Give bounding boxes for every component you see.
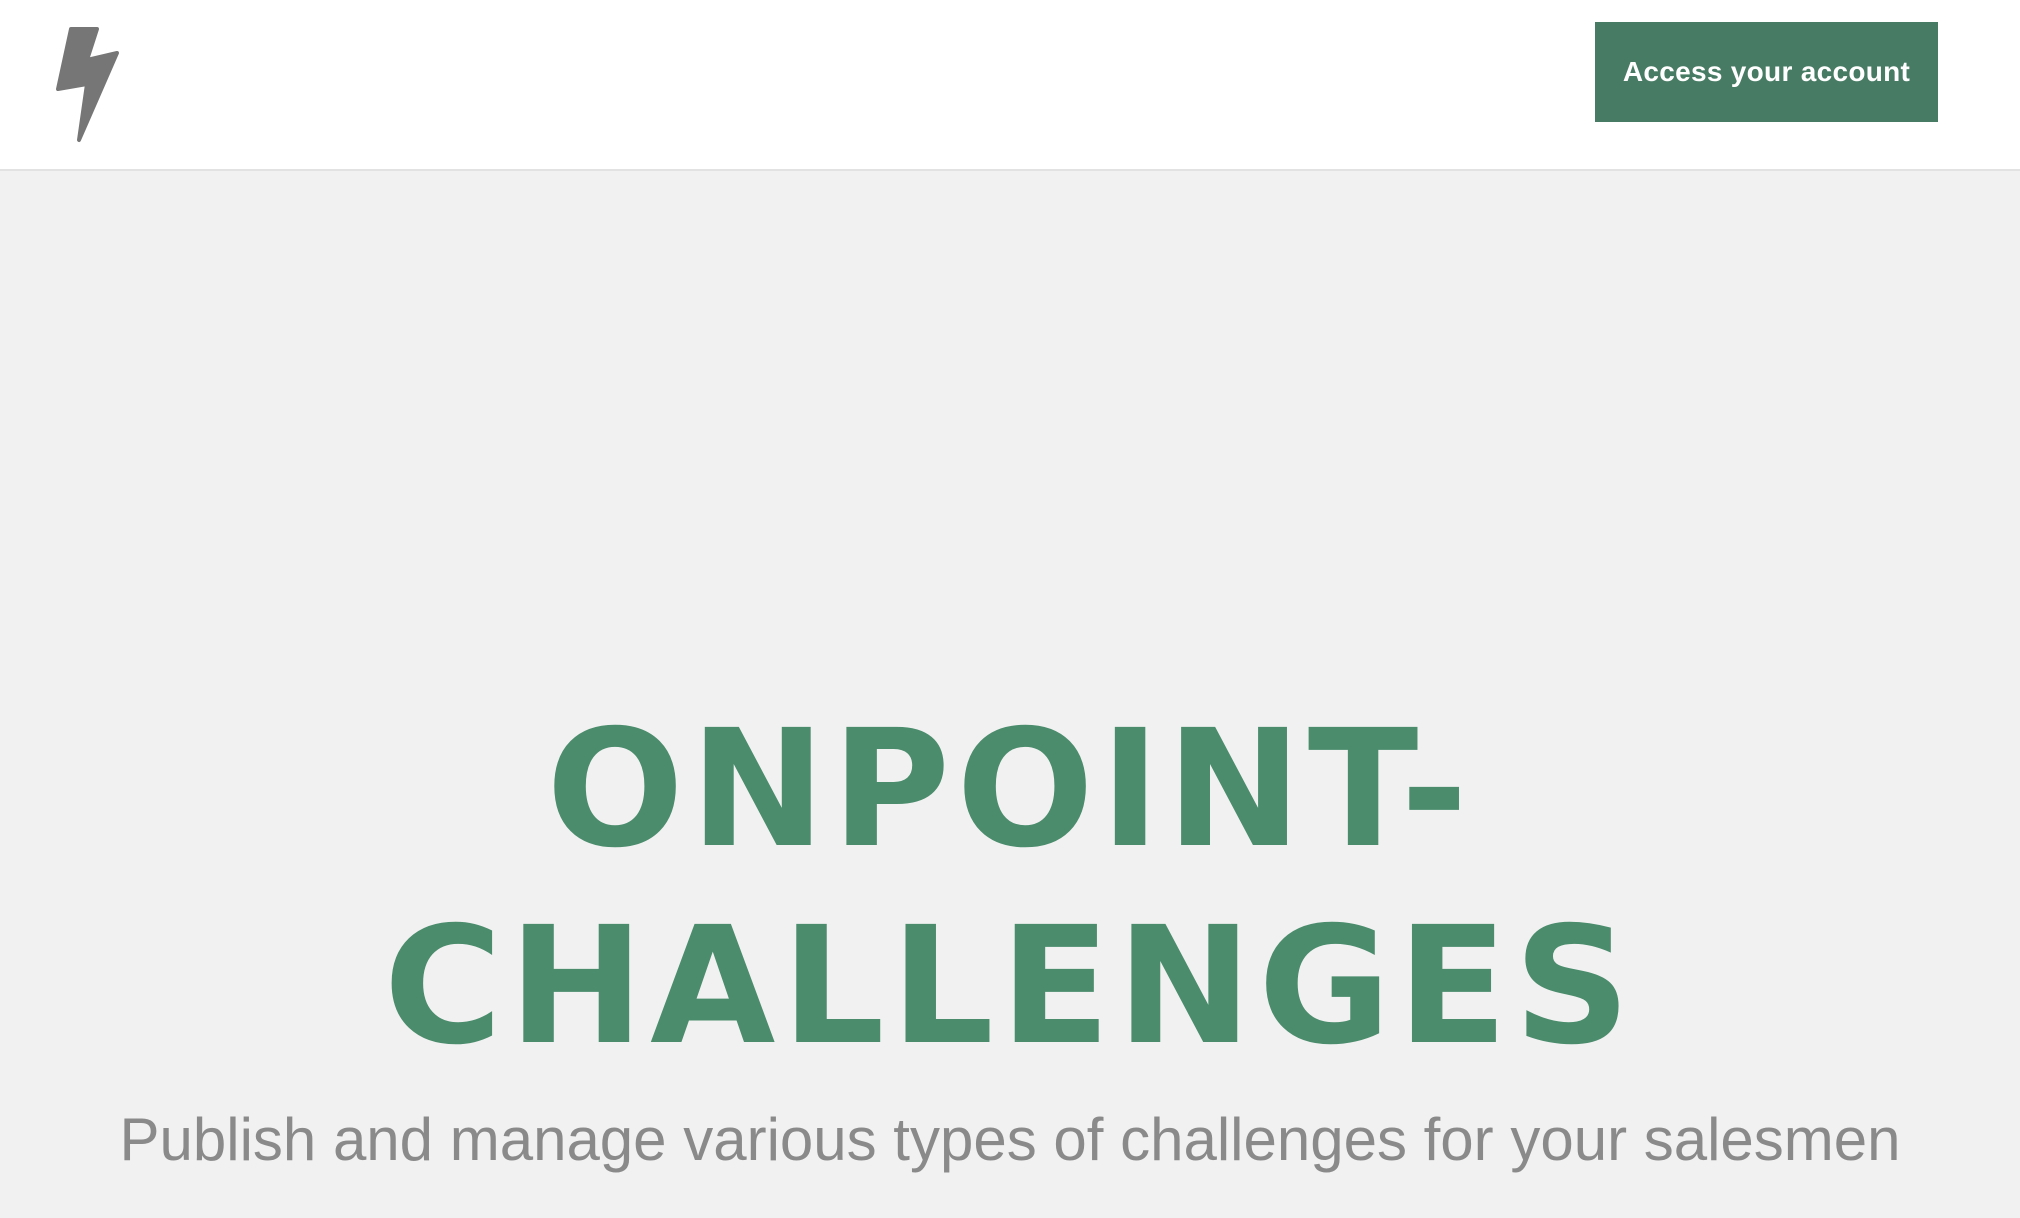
lightning-bolt-icon [56, 27, 119, 142]
home-logo-link[interactable] [54, 26, 124, 144]
access-account-button[interactable]: Access your account [1595, 22, 1938, 122]
hero-title-line-1: ONPOINT- [546, 696, 1474, 884]
hero-subtitle: Publish and manage various types of chal… [119, 1106, 1901, 1173]
hero-title-line-2: CHALLENGES [383, 893, 1637, 1081]
hero-title: ONPOINT- CHALLENGES [0, 692, 2020, 1086]
top-header: Access your account [0, 0, 2020, 171]
